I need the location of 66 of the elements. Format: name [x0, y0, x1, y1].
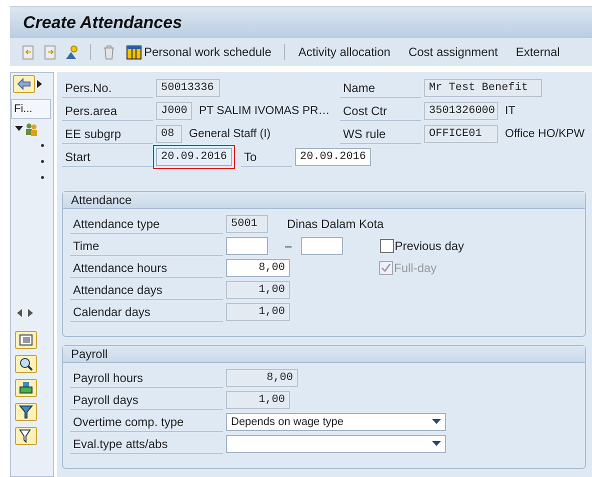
toolbar-button[interactable]: Activity allocation	[295, 45, 394, 59]
field-label: Pers.No.	[62, 78, 153, 98]
filter-button[interactable]	[15, 427, 37, 445]
funnel-button[interactable]	[15, 403, 37, 421]
list-button[interactable]	[15, 331, 37, 349]
input-field[interactable]	[300, 237, 343, 255]
input-field[interactable]: 20.09.2016	[156, 148, 232, 166]
dropdown[interactable]: Depends on wage type	[226, 413, 446, 431]
input-field[interactable]: J000	[156, 102, 192, 120]
group-title: Payroll	[63, 346, 585, 363]
field-label: Calendar days	[70, 302, 223, 322]
toolbar-button[interactable]: Cost assignment	[405, 45, 501, 59]
range-separator: –	[284, 239, 293, 253]
field-label: EE subgrp	[62, 124, 153, 144]
input-field[interactable]: 8,00	[226, 259, 290, 277]
toolbar-button[interactable]: External	[512, 45, 563, 59]
expand-icon[interactable]	[15, 126, 23, 132]
input-field[interactable]: 1,00	[226, 391, 290, 409]
scroll-right-icon[interactable]	[28, 309, 33, 317]
group-title: Attendance	[63, 192, 585, 209]
window-title: Create Attendances	[23, 12, 182, 32]
input-field[interactable]: 1,00	[226, 281, 290, 299]
field-label: Payroll hours	[70, 368, 223, 388]
input-field[interactable]: 3501326000	[424, 102, 498, 120]
field-label: Attendance hours	[70, 258, 223, 278]
input-field[interactable]: 08	[156, 125, 182, 143]
dropdown-caret-icon	[432, 419, 441, 425]
checkbox[interactable]	[380, 239, 394, 253]
tree-node[interactable]	[41, 176, 44, 179]
field-description: PT SALIM IVOMAS PR…	[198, 105, 330, 117]
tree-node[interactable]	[41, 144, 44, 147]
dropdown-caret-icon	[432, 441, 441, 447]
field-description: Office HO/KPW	[504, 128, 585, 140]
input-field[interactable]: 50013336	[156, 79, 220, 97]
checkbox-label: Previous day	[394, 239, 464, 253]
field-label: Time	[70, 236, 223, 256]
search-button[interactable]	[15, 355, 37, 373]
toolbar-button[interactable]: Personal work schedule	[123, 44, 274, 60]
field-label: Payroll days	[70, 390, 223, 410]
scroll-left-icon[interactable]	[17, 309, 22, 317]
field-label: Attendance type	[70, 214, 223, 234]
input-field[interactable]: 8,00	[226, 369, 298, 387]
field-label: To	[241, 147, 292, 167]
printer-button[interactable]	[15, 379, 37, 397]
field-description: Dinas Dalam Kota	[286, 217, 384, 231]
input-field[interactable]: OFFICE01	[424, 125, 498, 143]
back-button[interactable]	[13, 75, 35, 93]
field-label: Pers.area	[62, 101, 153, 121]
calendar-icon	[126, 44, 142, 60]
expand-icon[interactable]	[37, 80, 42, 88]
field-label: Eval.type atts/abs	[70, 434, 223, 454]
tree-node[interactable]	[41, 160, 44, 163]
field-label: Overtime comp. type	[70, 412, 223, 432]
input-field[interactable]: 20.09.2016	[295, 148, 371, 166]
checkbox-label: Full-day	[394, 261, 437, 275]
field-label: Cost Ctr	[340, 101, 421, 121]
field-description: IT	[504, 105, 516, 117]
field-description: General Staff (I)	[188, 128, 271, 140]
field-label: WS rule	[340, 124, 421, 144]
field-label: Name	[340, 78, 421, 98]
field-label: Attendance days	[70, 280, 223, 300]
panel-tab[interactable]: Fi...	[11, 99, 51, 119]
input-field[interactable]	[226, 237, 268, 255]
input-field[interactable]: Mr Test Benefit	[424, 79, 542, 97]
input-field[interactable]: 5001	[226, 215, 268, 233]
input-field[interactable]: 1,00	[226, 303, 290, 321]
